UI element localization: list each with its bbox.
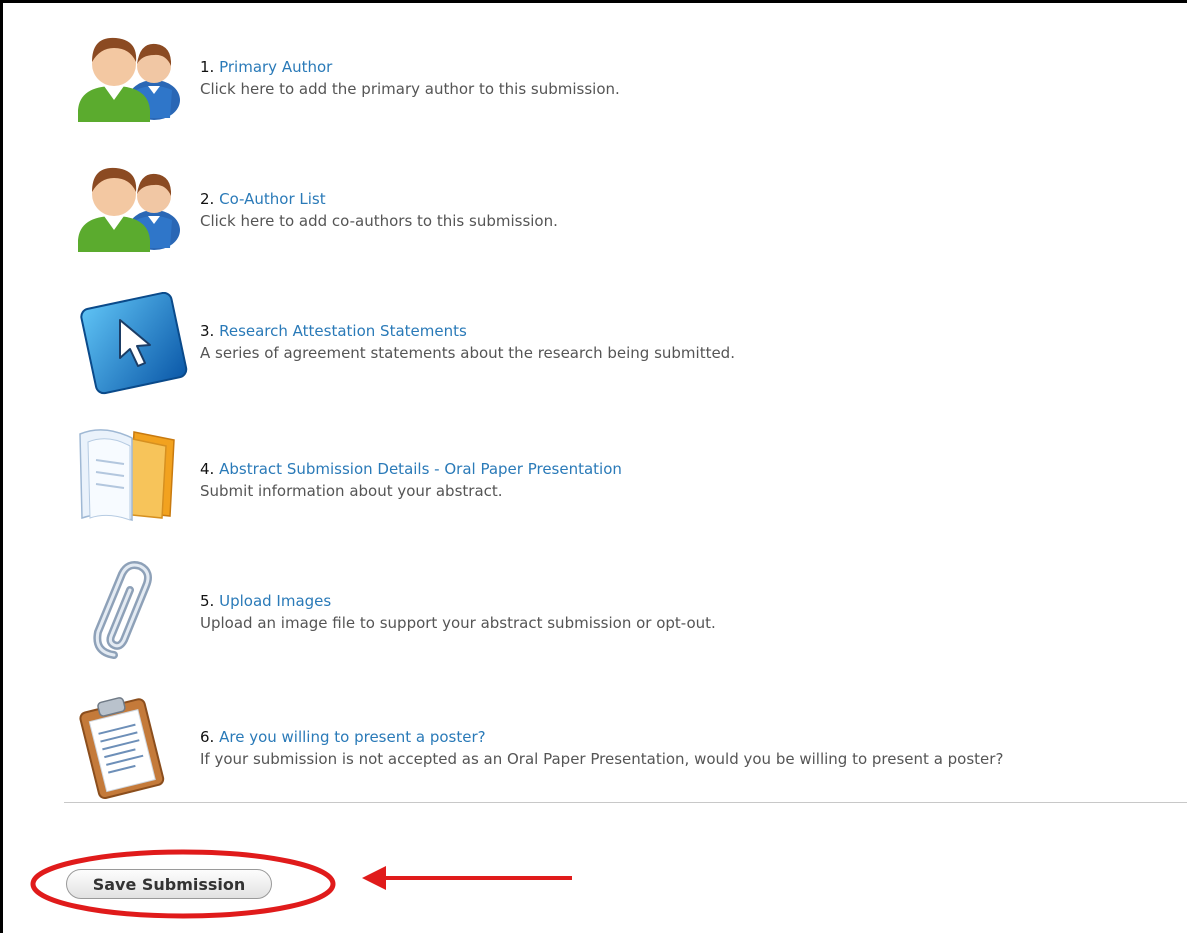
co-author-list-link[interactable]: Co-Author List xyxy=(219,190,326,208)
task-number: 2. xyxy=(200,190,215,208)
task-co-author-list[interactable]: 2. Co-Author List Click here to add co-a… xyxy=(74,158,1174,258)
task-text: 6. Are you willing to present a poster? … xyxy=(200,726,1003,770)
task-description: Submit information about your abstract. xyxy=(200,482,503,500)
people-icon xyxy=(74,158,184,258)
task-research-attestation[interactable]: 3. Research Attestation Statements A ser… xyxy=(74,291,1174,395)
research-attestation-link[interactable]: Research Attestation Statements xyxy=(219,322,467,340)
task-text: 2. Co-Author List Click here to add co-a… xyxy=(200,188,558,232)
save-submission-button[interactable]: Save Submission xyxy=(66,869,272,899)
cursor-arrow-icon xyxy=(74,291,188,395)
documents-folder-icon xyxy=(74,420,184,522)
upload-images-link[interactable]: Upload Images xyxy=(219,592,331,610)
task-primary-author[interactable]: 1. Primary Author Click here to add the … xyxy=(74,28,1174,128)
task-number: 4. xyxy=(200,460,215,478)
task-description: Upload an image file to support your abs… xyxy=(200,614,716,632)
task-text: 5. Upload Images Upload an image file to… xyxy=(200,590,716,634)
task-number: 1. xyxy=(200,58,215,76)
abstract-details-link[interactable]: Abstract Submission Details - Oral Paper… xyxy=(219,460,622,478)
divider xyxy=(64,802,1187,803)
task-number: 5. xyxy=(200,592,215,610)
clipboard-icon xyxy=(74,690,184,800)
task-abstract-details[interactable]: 4. Abstract Submission Details - Oral Pa… xyxy=(74,420,1174,522)
paperclip-icon xyxy=(74,560,184,660)
task-text: 1. Primary Author Click here to add the … xyxy=(200,56,620,100)
present-poster-link[interactable]: Are you willing to present a poster? xyxy=(219,728,485,746)
task-text: 4. Abstract Submission Details - Oral Pa… xyxy=(200,458,622,502)
task-present-poster[interactable]: 6. Are you willing to present a poster? … xyxy=(74,690,1174,800)
people-icon xyxy=(74,28,184,128)
task-upload-images[interactable]: 5. Upload Images Upload an image file to… xyxy=(74,560,1174,660)
task-number: 6. xyxy=(200,728,215,746)
task-description: Click here to add co-authors to this sub… xyxy=(200,212,558,230)
task-description: Click here to add the primary author to … xyxy=(200,80,620,98)
primary-author-link[interactable]: Primary Author xyxy=(219,58,332,76)
task-number: 3. xyxy=(200,322,215,340)
task-description: A series of agreement statements about t… xyxy=(200,344,735,362)
task-text: 3. Research Attestation Statements A ser… xyxy=(200,320,735,364)
task-description: If your submission is not accepted as an… xyxy=(200,750,1004,768)
